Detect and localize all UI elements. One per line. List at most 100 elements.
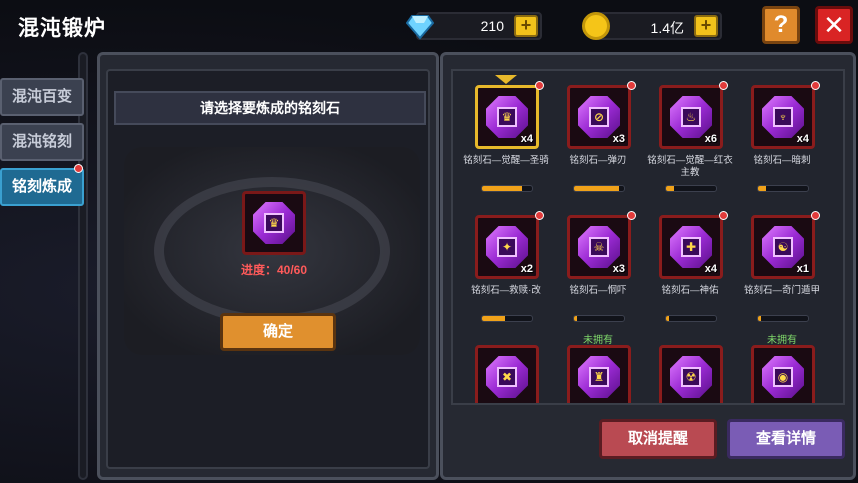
gem-name: 铭刻石—救赎·改 — [471, 285, 541, 296]
gem-slot[interactable]: ♜ — [567, 345, 631, 403]
gem-card[interactable]: ☠ x3 铭刻石—恫吓 — [551, 201, 645, 327]
notification-dot — [811, 211, 820, 220]
gem-symbol-icon: ♨ — [681, 107, 701, 127]
diamond-icon — [405, 12, 435, 40]
add-gems-button[interactable]: + — [514, 15, 538, 37]
refine-panel: 请选择要炼成的铭刻石 ♛ 进度：40/60 确定 — [97, 52, 439, 480]
gem-card[interactable]: ☯ x1 铭刻石—奇门遁甲 — [735, 201, 829, 327]
gem-quantity: x4 — [796, 133, 809, 145]
tab-scroll-track — [78, 52, 88, 480]
notification-dot — [627, 81, 636, 90]
gem-progress-fill — [666, 186, 674, 191]
gem-currency: 210 + — [405, 12, 542, 40]
gem-count: 210 — [480, 18, 504, 34]
tab-chaos-transform[interactable]: 混沌百变 — [0, 78, 84, 116]
gem-quantity: x4 — [704, 263, 717, 275]
gem-card[interactable]: ⊘ x3 铭刻石—弹刃 — [551, 71, 645, 197]
notification-dot — [719, 211, 728, 220]
gem-card[interactable]: ☢ — [643, 331, 737, 403]
help-button[interactable]: ? — [762, 6, 800, 44]
gem-progress-fill — [482, 186, 522, 191]
inscription-gem-icon: ♛ — [253, 202, 295, 244]
gold-currency: 1.4亿 + — [582, 12, 722, 40]
gem-progress-fill — [758, 316, 761, 321]
gem-card[interactable]: ✦ x2 铭刻石—救赎·改 — [459, 201, 553, 327]
gem-card[interactable]: ♨ x6 铭刻石—觉醒—红衣主教 — [643, 71, 737, 197]
inscription-gem-icon: ✚ — [670, 226, 712, 268]
gem-slot[interactable]: ◉ — [751, 345, 815, 403]
gem-card[interactable]: ♆ x4 铭刻石—暗刺 — [735, 71, 829, 197]
inscription-gem-icon: ✖ — [486, 356, 528, 398]
gem-quantity: x3 — [612, 263, 625, 275]
page-title: 混沌锻炉 — [18, 17, 106, 40]
gem-name: 铭刻石—觉醒—圣骑 — [463, 155, 549, 166]
gem-progress-fill — [758, 186, 766, 191]
gem-card[interactable]: 未拥有 ◉ — [735, 331, 829, 403]
tab-chaos-inscription[interactable]: 混沌铭刻 — [0, 123, 84, 161]
gem-name: 铭刻石—奇门遁甲 — [743, 285, 820, 296]
tab-inscription-refine[interactable]: 铭刻炼成 — [0, 168, 84, 206]
gem-symbol-icon: ☠ — [589, 237, 609, 257]
gem-quantity: x1 — [796, 263, 809, 275]
gem-name: 铭刻石—觉醒—红衣主教 — [647, 155, 733, 178]
close-button[interactable]: ✕ — [815, 6, 853, 44]
gem-symbol-icon: ♜ — [589, 367, 609, 387]
selected-gem-slot[interactable]: ♛ — [242, 191, 306, 255]
gem-card[interactable]: ♛ x4 铭刻石—觉醒—圣骑 — [459, 71, 553, 197]
gem-quantity: x3 — [612, 133, 625, 145]
gem-symbol-icon: ⊘ — [589, 107, 609, 127]
refine-inner: 请选择要炼成的铭刻石 ♛ 进度：40/60 确定 — [106, 69, 430, 469]
add-gold-button[interactable]: + — [694, 15, 718, 37]
gem-progress-fill — [482, 316, 505, 321]
gem-progress-bar — [757, 315, 809, 322]
unowned-label: 未拥有 — [583, 335, 613, 346]
view-details-button[interactable]: 查看详情 — [727, 419, 845, 459]
notification-dot — [74, 164, 83, 173]
gem-slot[interactable]: ⊘ x3 — [567, 85, 631, 149]
gem-name: 铭刻石—恫吓 — [569, 285, 627, 296]
gem-slot[interactable]: ✚ x4 — [659, 215, 723, 279]
gem-progress-bar — [573, 185, 625, 192]
crown-icon: ♛ — [264, 213, 284, 233]
notification-dot — [535, 81, 544, 90]
gem-slot[interactable]: ☠ x3 — [567, 215, 631, 279]
gem-slot[interactable]: ☯ x1 — [751, 215, 815, 279]
gem-symbol-icon: ♛ — [497, 107, 517, 127]
gem-slot[interactable]: ♨ x6 — [659, 85, 723, 149]
inscription-gem-icon: ⊘ — [578, 96, 620, 138]
inscription-gem-icon: ◉ — [762, 356, 804, 398]
gem-slot[interactable]: ✖ — [475, 345, 539, 403]
notification-dot — [535, 211, 544, 220]
gem-list-panel: ♛ x4 铭刻石—觉醒—圣骑 ⊘ x3 铭刻石—弹刃 ♨ x6 铭刻石—觉醒—红衣主教 ♆ x4 铭刻… — [440, 52, 856, 480]
gem-progress-bar — [481, 185, 533, 192]
gem-progress-bar — [665, 315, 717, 322]
cancel-reminder-button[interactable]: 取消提醒 — [599, 419, 717, 459]
gem-slot[interactable]: ♆ x4 — [751, 85, 815, 149]
notification-dot — [719, 81, 728, 90]
gem-progress-fill — [574, 316, 577, 321]
gold-coin-icon — [582, 12, 610, 40]
gem-progress-bar — [757, 185, 809, 192]
gem-slot[interactable]: ☢ — [659, 345, 723, 403]
gem-card[interactable]: 未拥有 ♜ — [551, 331, 645, 403]
gem-card[interactable]: ✖ — [459, 331, 553, 403]
refine-progress: 进度：40/60 — [240, 263, 308, 277]
gem-name: 铭刻石—神佑 — [661, 285, 719, 296]
inscription-gem-icon: ✦ — [486, 226, 528, 268]
gem-progress-bar — [481, 315, 533, 322]
gem-symbol-icon: ☢ — [681, 367, 701, 387]
inscription-gem-icon: ☢ — [670, 356, 712, 398]
gem-symbol-icon: ◉ — [773, 367, 793, 387]
gold-count: 1.4亿 — [650, 20, 684, 36]
gem-symbol-icon: ☯ — [773, 237, 793, 257]
gem-name: 铭刻石—弹刃 — [569, 155, 627, 166]
gem-card[interactable]: ✚ x4 铭刻石—神佑 — [643, 201, 737, 327]
inscription-gem-icon: ♆ — [762, 96, 804, 138]
gem-grid: ♛ x4 铭刻石—觉醒—圣骑 ⊘ x3 铭刻石—弹刃 ♨ x6 铭刻石—觉醒—红衣主教 ♆ x4 铭刻… — [451, 69, 845, 405]
inscription-gem-icon: ♛ — [486, 96, 528, 138]
notification-dot — [811, 81, 820, 90]
gem-slot[interactable]: ✦ x2 — [475, 215, 539, 279]
confirm-button[interactable]: 确定 — [220, 313, 336, 351]
gem-slot[interactable]: ♛ x4 — [475, 85, 539, 149]
notification-dot — [627, 211, 636, 220]
